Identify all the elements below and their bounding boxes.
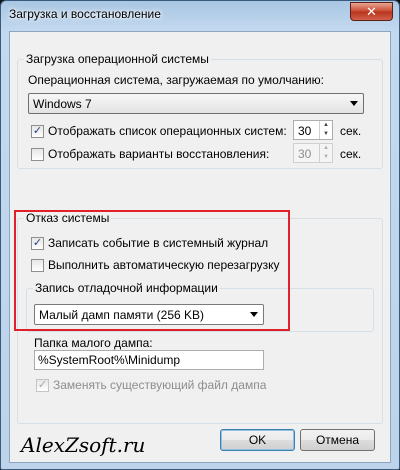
cancel-button-label: Отмена [315, 433, 360, 447]
highlight-frame [14, 210, 290, 331]
spin-down-icon: ▼ [323, 154, 329, 160]
check-icon: ✓ [36, 378, 49, 392]
dump-folder-input[interactable]: %SystemRoot%\Minidump [34, 350, 264, 370]
dialog-window: Загрузка и восстановление ✕ Загрузка опе… [0, 0, 400, 470]
show-recovery-seconds-stepper: 30 ▲ ▼ [293, 143, 333, 163]
show-recovery-unit: сек. [340, 147, 362, 161]
checkbox-box [31, 147, 44, 161]
overwrite-dump-label: Заменять существующий файл дампа [53, 378, 267, 392]
spin-down-icon[interactable]: ▼ [320, 130, 332, 139]
ok-button-label: OK [248, 433, 267, 447]
startup-group-title: Загрузка операционной системы [24, 52, 211, 66]
close-button[interactable]: ✕ [350, 2, 393, 21]
check-icon: ✓ [31, 124, 44, 138]
stepper-buttons[interactable]: ▲ ▼ [319, 121, 332, 139]
close-icon: ✕ [366, 3, 377, 19]
ok-button[interactable]: OK [220, 429, 295, 451]
overwrite-dump-checkbox: ✓ Заменять существующий файл дампа [36, 378, 266, 392]
show-recovery-seconds-value: 30 [298, 147, 312, 161]
show-os-list-seconds-stepper[interactable]: 30 ▲ ▼ [293, 120, 333, 140]
dump-folder-label: Папка малого дампа: [34, 336, 153, 350]
show-os-list-seconds-value: 30 [298, 124, 312, 138]
show-os-list-unit: сек. [340, 124, 362, 138]
window-title: Загрузка и восстановление [9, 7, 161, 21]
default-os-label: Операционная система, загружаемая по умо… [28, 73, 324, 87]
title-bar[interactable]: Загрузка и восстановление ✕ [1, 1, 399, 31]
cancel-button[interactable]: Отмена [300, 429, 375, 451]
default-os-value: Windows 7 [33, 96, 92, 111]
dump-folder-value: %SystemRoot%\Minidump [38, 353, 181, 367]
spin-up-icon[interactable]: ▲ [320, 121, 332, 130]
show-os-list-checkbox[interactable]: ✓ Отображать список операционных систем: [31, 124, 287, 138]
stepper-buttons-disabled: ▲ ▼ [319, 144, 332, 162]
show-recovery-checkbox[interactable]: Отображать варианты восстановления: [31, 147, 269, 161]
default-os-select[interactable]: Windows 7 [28, 93, 364, 114]
site-watermark: AlexZsoft.ru [21, 433, 146, 457]
chevron-down-icon [350, 101, 358, 106]
spin-up-icon: ▲ [323, 145, 329, 151]
show-os-list-label: Отображать список операционных систем: [48, 124, 287, 138]
show-recovery-label: Отображать варианты восстановления: [48, 147, 270, 161]
